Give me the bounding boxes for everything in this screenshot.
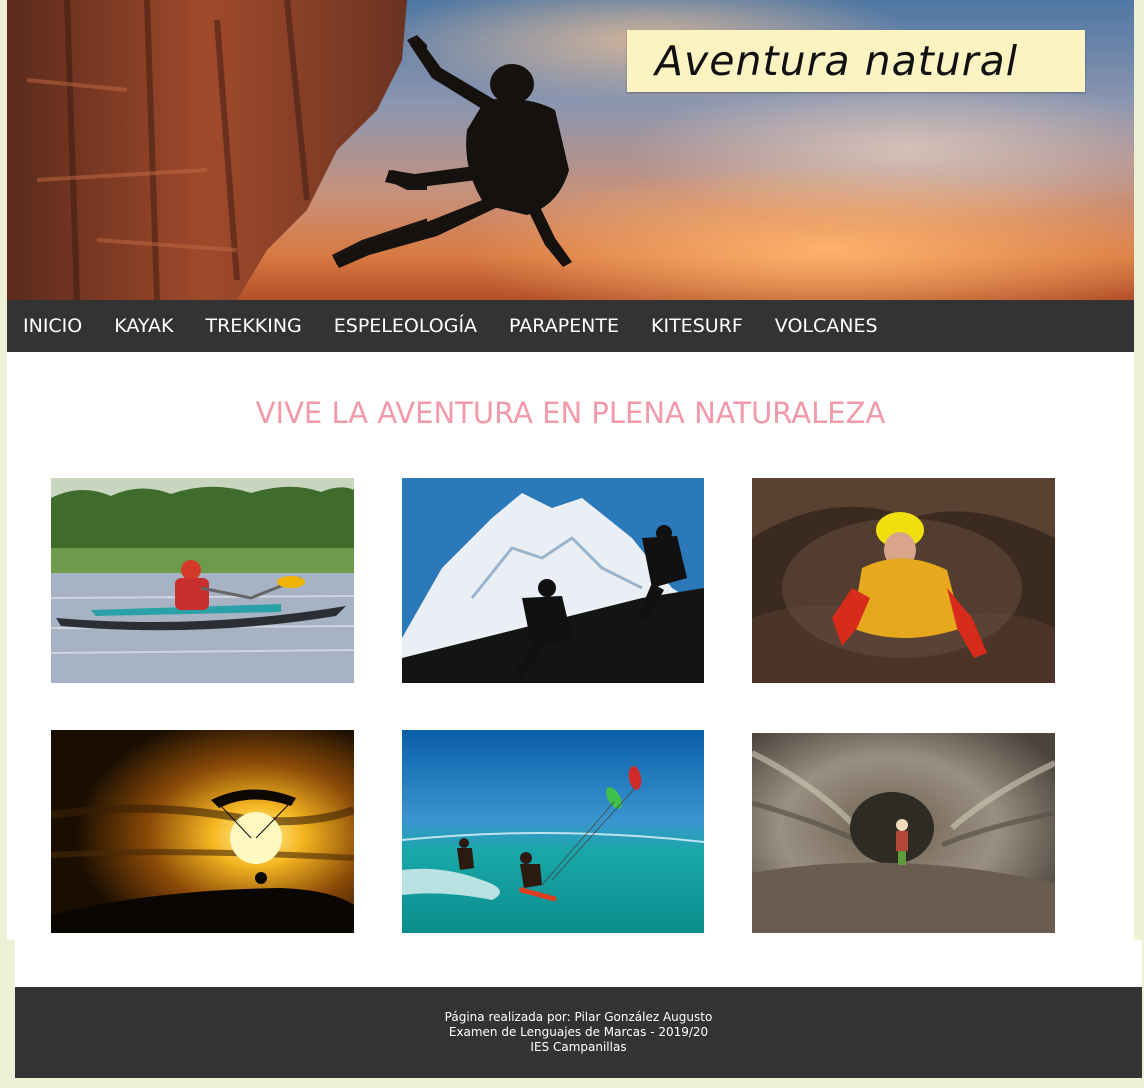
- nav-item-kayak[interactable]: KAYAK: [98, 300, 189, 352]
- site-logo[interactable]: Aventura natural: [627, 30, 1085, 92]
- logo-text: Aventura natural: [655, 37, 1019, 85]
- kayak-photo[interactable]: [51, 478, 354, 683]
- footer-author: Página realizada por: Pilar González Aug…: [444, 1010, 713, 1024]
- page-headline: VIVE LA AVENTURA EN PLENA NATURALEZA: [255, 396, 886, 430]
- volcano-tunnel-photo[interactable]: [752, 733, 1055, 933]
- nav-item-volcanes[interactable]: VOLCANES: [759, 300, 894, 352]
- footer-spacer: [15, 940, 1142, 987]
- nav-item-parapente[interactable]: PARAPENTE: [493, 300, 635, 352]
- header-banner: Aventura natural: [7, 0, 1134, 300]
- site-footer: Página realizada por: Pilar González Aug…: [15, 987, 1142, 1078]
- footer-school: IES Campanillas: [530, 1040, 627, 1054]
- kitesurf-photo[interactable]: [402, 730, 704, 933]
- nav-item-kitesurf[interactable]: KITESURF: [635, 300, 759, 352]
- speleology-photo[interactable]: [752, 478, 1055, 683]
- nav-item-espeleologia[interactable]: ESPELEOLOGÍA: [318, 300, 493, 352]
- main-nav: INICIO KAYAK TREKKING ESPELEOLOGÍA PARAP…: [7, 300, 1134, 352]
- nav-item-trekking[interactable]: TREKKING: [190, 300, 318, 352]
- paragliding-photo[interactable]: [51, 730, 354, 933]
- footer-exam: Examen de Lenguajes de Marcas - 2019/20: [448, 1025, 709, 1039]
- page: Aventura natural INICIO KAYAK TREKKING E…: [7, 0, 1134, 940]
- nav-item-inicio[interactable]: INICIO: [7, 300, 98, 352]
- trekking-photo[interactable]: [402, 478, 704, 683]
